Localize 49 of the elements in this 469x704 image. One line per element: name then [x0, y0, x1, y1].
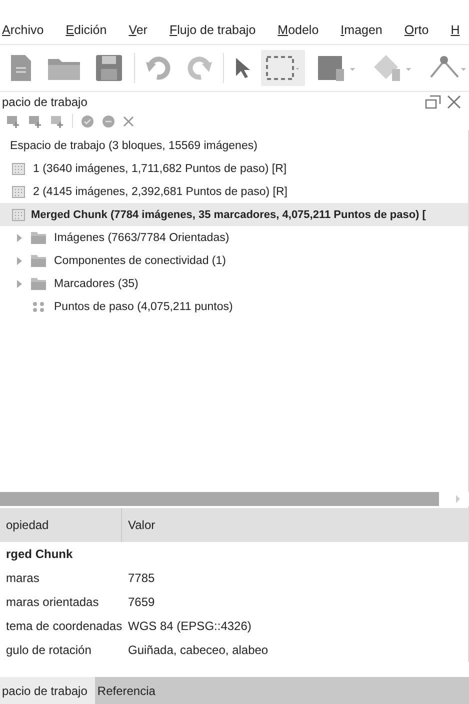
table-cell-text: 7659	[127, 595, 155, 609]
remove-icon[interactable]	[123, 116, 134, 126]
table-cell-text: tema de coordenadas	[5, 619, 122, 633]
add-folder-icon[interactable]	[50, 114, 64, 128]
tree-item[interactable]: 1 (3640 imágenes, 1,711,682 Puntos de paso) [R]	[0, 157, 468, 180]
chunk-icon	[12, 186, 25, 198]
menu-item[interactable]: Flujo de trabajo	[169, 23, 256, 37]
column-header[interactable]: opiedad	[0, 508, 122, 542]
chunk-icon	[12, 162, 25, 174]
table-cell-text: maras	[5, 571, 40, 585]
expand-arrow-icon[interactable]	[16, 234, 23, 242]
add-chunk-icon[interactable]	[6, 114, 20, 128]
folder-icon	[31, 232, 46, 244]
scroll-right-arrow-icon[interactable]	[455, 495, 461, 503]
tree-item[interactable]: 2 (4145 imágenes, 2,392,681 Puntos de paso) [R]	[0, 180, 468, 203]
check-circle-icon[interactable]	[81, 114, 94, 128]
table-cell-text: WGS 84 (EPSG::4326)	[127, 619, 252, 633]
menu-item[interactable]: Ver	[128, 23, 148, 37]
tree-item[interactable]: Imágenes (7663/7784 Orientadas)	[0, 226, 468, 249]
tree-item[interactable]: Merged Chunk (7784 imágenes, 35 marcadores, 4,075,211 Puntos de paso) [	[0, 203, 468, 226]
expand-arrow-icon[interactable]	[16, 256, 23, 264]
close-icon[interactable]	[447, 95, 461, 109]
table-cell-text: maras orientadas	[5, 595, 100, 609]
column-header[interactable]: Valor	[122, 508, 156, 542]
menu-item[interactable]: Archivo	[2, 23, 44, 37]
panel-title: pacio de trabajo	[2, 95, 88, 109]
table-cell-text: 7785	[127, 571, 155, 585]
tree-item[interactable]: Espacio de trabajo (3 bloques, 15569 imágenes)	[0, 134, 468, 157]
minus-circle-icon[interactable]	[102, 114, 115, 128]
chunk-icon	[12, 208, 25, 220]
table-cell-text: rged Chunk	[5, 547, 74, 561]
selection-rectangle-icon[interactable]	[261, 50, 305, 86]
tree-item[interactable]: Componentes de conectividad (1)	[0, 249, 468, 272]
menu-item[interactable]: Edición	[66, 23, 107, 37]
expand-arrow-icon[interactable]	[16, 280, 23, 288]
menu-item[interactable]: Orto	[404, 23, 429, 37]
folder-icon	[31, 254, 46, 266]
points-icon	[31, 300, 46, 312]
table-cell-text: Guiñada, cabeceo, alabeo	[127, 643, 268, 657]
table-cell-text: gulo de rotación	[5, 643, 92, 657]
add-photo-icon[interactable]	[28, 114, 42, 128]
restore-icon[interactable]	[425, 95, 441, 109]
tree-item[interactable]: Puntos de paso (4,075,211 puntos)	[0, 295, 468, 318]
menu-item[interactable]: Imagen	[340, 23, 382, 37]
menu-item[interactable]: H	[450, 23, 460, 37]
tree-item[interactable]: Marcadores (35)	[0, 272, 468, 295]
tab[interactable]: pacio de trabajo	[0, 677, 96, 704]
folder-icon	[31, 278, 46, 290]
menu-item[interactable]: Modelo	[278, 23, 319, 37]
